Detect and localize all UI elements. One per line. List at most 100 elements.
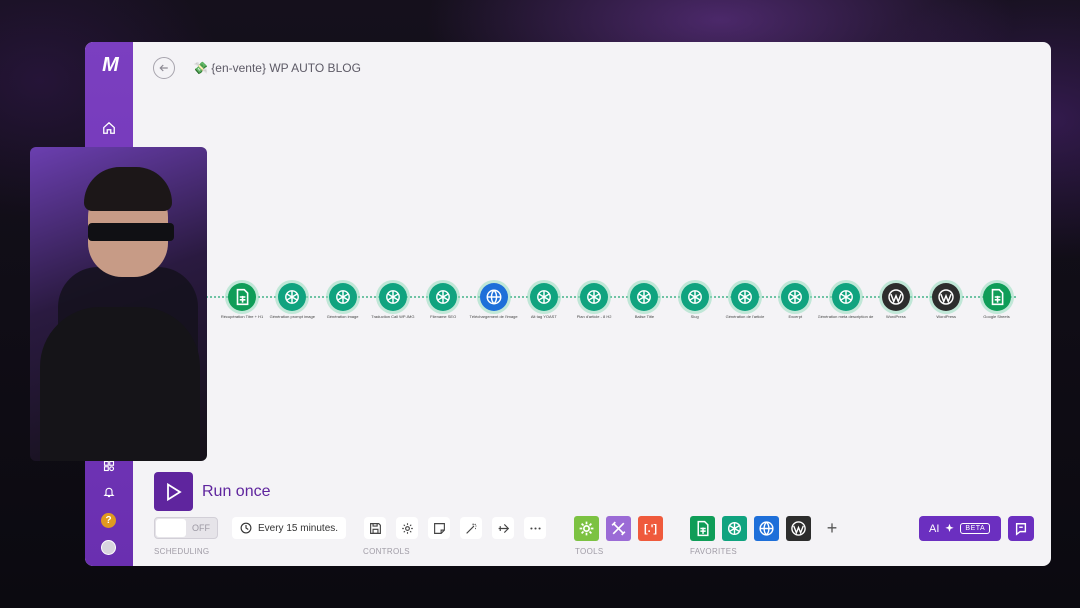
airplane-icon: [498, 523, 509, 533]
chat-button[interactable]: [1008, 516, 1034, 541]
google-sheets-icon: [697, 520, 709, 537]
openai-icon: [436, 290, 451, 304]
scheduling-toggle[interactable]: OFF: [154, 517, 218, 539]
flow-node-label: Alt tag YOAST: [530, 314, 557, 319]
google-sheets-icon: [236, 288, 249, 306]
text-parser-icon: [.']: [644, 522, 657, 535]
schedule-interval-text: Every 15 minutes.: [258, 522, 339, 534]
gear-icon: [579, 521, 594, 536]
favorite-openai[interactable]: [722, 516, 747, 541]
flow-node-label: Génération de l'article: [725, 314, 765, 319]
flow-node[interactable]: [982, 283, 1011, 311]
bell-icon[interactable]: [99, 482, 119, 502]
webcam-person-hair: [84, 167, 172, 211]
flow-node-label: Génération meta description de l'article: [817, 314, 874, 319]
toggle-state: OFF: [192, 523, 210, 533]
openai-icon: [285, 290, 300, 304]
toggle-knob: [156, 519, 186, 537]
webcam-overlay: [30, 147, 207, 461]
webcam-person-body: [40, 307, 200, 461]
scheduling-section-label: SCHEDULING: [154, 547, 210, 556]
flow-node-label: Slug: [690, 314, 699, 319]
openai-icon: [738, 290, 752, 304]
ai-label: AI: [929, 522, 940, 535]
run-once-label[interactable]: Run once: [202, 483, 271, 501]
text-parser-tool[interactable]: [.']: [638, 516, 663, 541]
controls-section-label: CONTROLS: [363, 547, 410, 556]
sparkle-icon: [945, 523, 955, 532]
scenario-canvas[interactable]: Récupération Titre + H1 Génération prompt…: [133, 102, 1051, 502]
magic-wand-icon: [465, 523, 476, 534]
flow-node-label: WordPress: [886, 314, 906, 319]
schedule-interval-button[interactable]: Every 15 minutes.: [232, 517, 347, 539]
favorite-wordpress[interactable]: [786, 516, 811, 541]
make-logo[interactable]: M: [95, 54, 123, 76]
wordpress-icon: [791, 521, 806, 536]
more-dots-icon: [529, 526, 541, 530]
flow-node[interactable]: [479, 283, 508, 311]
wordpress-icon: [938, 289, 954, 305]
gear-icon: [401, 522, 413, 534]
save-button[interactable]: [364, 517, 386, 539]
flow-control-tool[interactable]: [574, 516, 599, 541]
flow-node-label: Génération prompt image: [269, 314, 315, 319]
openai-icon: [335, 290, 350, 304]
flow-node[interactable]: [781, 283, 810, 311]
openai-icon: [536, 290, 551, 304]
flow-node[interactable]: [429, 283, 458, 311]
favorites-section-label: FAVORITES: [690, 547, 738, 556]
http-globe-icon: [486, 289, 501, 305]
ai-assistant-button[interactable]: AI BETA: [919, 516, 1001, 541]
flow-node-label: Balise Title: [634, 314, 655, 319]
openai-icon: [788, 290, 803, 304]
tools-tool[interactable]: [606, 516, 631, 541]
auto-align-button[interactable]: [460, 517, 482, 539]
favorite-google-sheets[interactable]: [690, 516, 715, 541]
help-icon[interactable]: ?: [101, 513, 116, 528]
openai-icon: [727, 521, 742, 536]
flow-node[interactable]: [580, 283, 609, 311]
http-globe-icon: [759, 521, 774, 536]
flow-node[interactable]: [831, 283, 860, 311]
webcam-sunglasses: [88, 223, 174, 241]
flow-node[interactable]: [278, 283, 307, 311]
wordpress-icon: [888, 289, 904, 305]
wrench-icon: [611, 521, 626, 536]
openai-icon: [385, 290, 400, 304]
favorite-http[interactable]: [754, 516, 779, 541]
user-avatar[interactable]: [101, 540, 116, 555]
openai-icon: [587, 290, 602, 304]
flow-node-label: Plan d'article - 8 H2: [576, 314, 612, 319]
flow-node-label: WordPress: [936, 314, 957, 319]
flow-node[interactable]: [328, 283, 357, 311]
settings-button[interactable]: [396, 517, 418, 539]
scenario-title[interactable]: 💸 {en-vente} WP AUTO BLOG: [193, 61, 361, 75]
flow-node-label: Google Sheets: [983, 314, 1010, 319]
flow-node[interactable]: [680, 283, 709, 311]
add-favorite-button[interactable]: +: [821, 517, 843, 539]
flow-node[interactable]: [731, 283, 759, 311]
flow-node-label: Filename SEO: [430, 314, 457, 319]
flow-node[interactable]: [378, 283, 407, 311]
google-sheets-icon: [991, 288, 1003, 306]
openai-icon: [687, 290, 702, 304]
home-icon[interactable]: [99, 118, 119, 138]
flow-node[interactable]: [529, 283, 558, 311]
run-once-button[interactable]: [154, 472, 193, 511]
note-icon: [433, 522, 445, 534]
save-icon: [369, 522, 381, 534]
flow-node[interactable]: [228, 283, 256, 311]
flow-node-label: Génération image: [326, 314, 359, 319]
back-button[interactable]: [153, 57, 175, 79]
flow-node-label: Téléchargement de l'image: [469, 314, 518, 319]
notes-button[interactable]: [428, 517, 450, 539]
explain-flow-button[interactable]: [492, 517, 514, 539]
flow-node[interactable]: [932, 283, 961, 311]
flow-node[interactable]: [630, 283, 659, 311]
flow-node[interactable]: [881, 283, 910, 311]
chat-icon: [1015, 522, 1027, 536]
openai-icon: [838, 290, 853, 304]
more-options-button[interactable]: [524, 517, 546, 539]
tools-section-label: TOOLS: [575, 547, 604, 556]
flow-node-label: Récupération Titre + H1: [220, 314, 264, 319]
